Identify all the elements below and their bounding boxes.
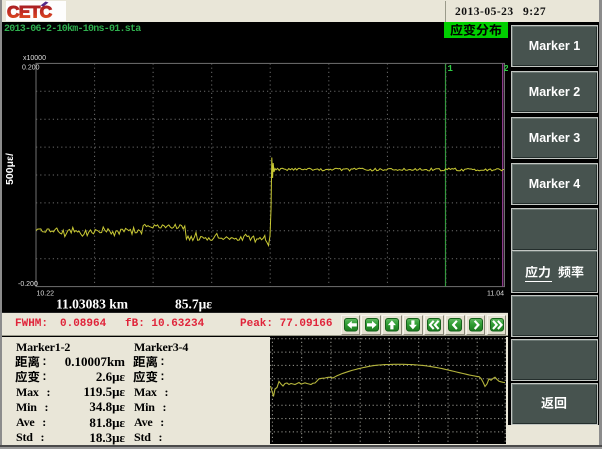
svg-text:85.7με: 85.7με bbox=[175, 297, 212, 312]
svg-text:1: 1 bbox=[448, 64, 454, 74]
svg-text:x10000: x10000 bbox=[23, 55, 46, 62]
svg-text:500με/: 500με/ bbox=[4, 153, 16, 185]
svg-text:11.03083 km: 11.03083 km bbox=[56, 297, 129, 312]
svg-text:11.04: 11.04 bbox=[487, 291, 504, 298]
svg-text:-0.200: -0.200 bbox=[18, 281, 38, 288]
svg-text:0.200: 0.200 bbox=[22, 65, 40, 72]
svg-text:CETC: CETC bbox=[7, 3, 52, 21]
svg-text:10.22: 10.22 bbox=[37, 291, 55, 298]
